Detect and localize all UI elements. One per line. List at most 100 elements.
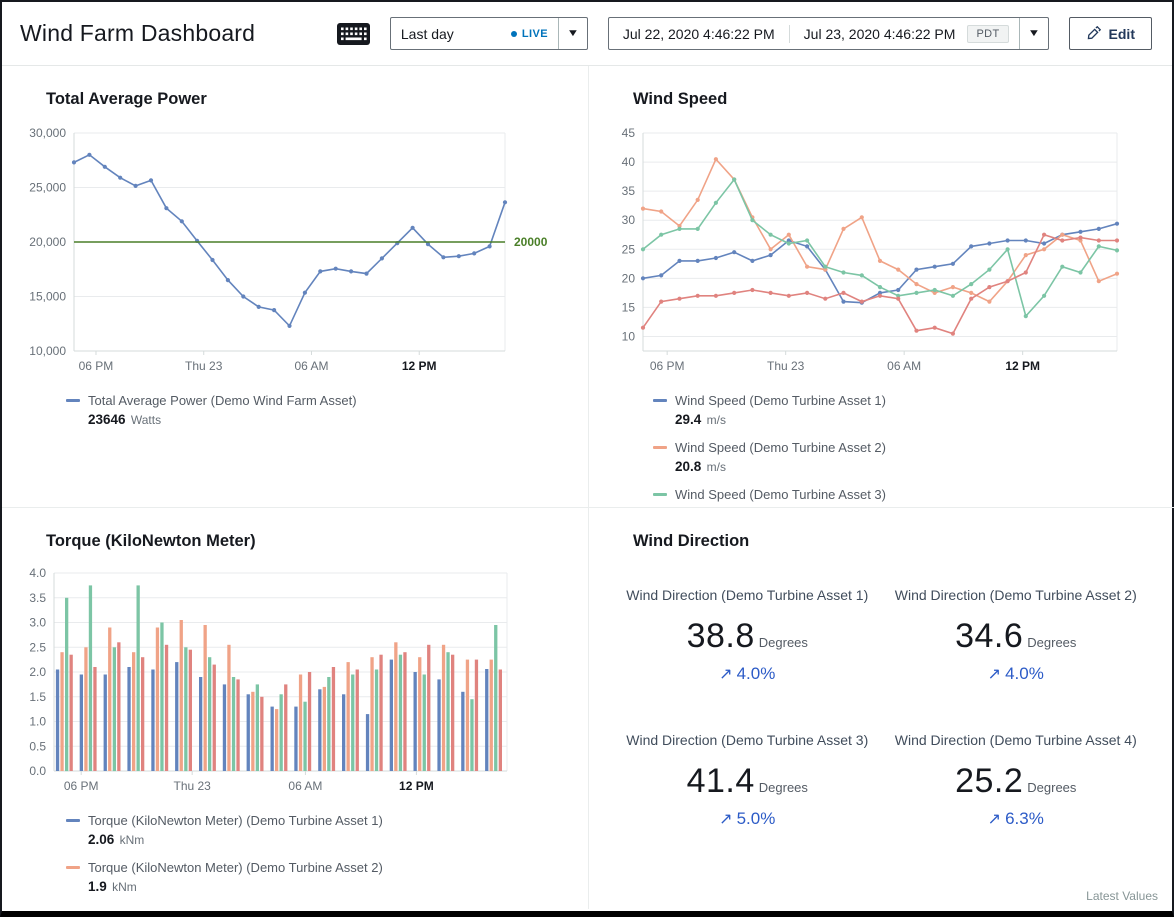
kpi-value: 34.6 [955,617,1023,655]
legend-list: Wind Speed (Demo Turbine Asset 1)29.4 m/… [653,391,1160,504]
date-divider [789,25,790,43]
svg-text:35: 35 [622,184,636,198]
legend-list: Torque (KiloNewton Meter) (Demo Turbine … [66,811,574,909]
legend-item: Torque (KiloNewton Meter) (Demo Turbine … [66,811,574,850]
svg-text:2.5: 2.5 [29,640,46,654]
date-range-picker[interactable]: Jul 22, 2020 4:46:22 PM Jul 23, 2020 4:4… [608,17,1049,50]
kpi-cell: Wind Direction (Demo Turbine Asset 4)25.… [882,730,1151,829]
svg-text:10: 10 [622,329,636,343]
keyboard-icon [337,23,370,45]
page-title: Wind Farm Dashboard [20,20,255,47]
legend-label: Torque (KiloNewton Meter) (Demo Turbine … [88,811,383,830]
legend-item: Wind Speed (Demo Turbine Asset 3) [653,485,1160,504]
edit-button-label: Edit [1109,26,1135,42]
kpi-trend: ↗4.0% [613,664,882,684]
latest-values-label: Latest Values [1086,889,1158,903]
legend-unit: kNm [109,880,137,894]
kpi-value-row: 38.8Degrees [613,617,882,656]
panel-title: Wind Direction [633,532,1160,551]
start-datetime: Jul 22, 2020 4:46:22 PM [623,26,775,42]
legend-value: 29.4 m/s [675,410,1160,430]
kpi-title: Wind Direction (Demo Turbine Asset 4) [890,730,1142,750]
legend-value: 20.8 m/s [675,457,1160,477]
legend-label: Torque (KiloNewton Meter) (Demo Turbine … [88,858,383,877]
svg-text:4.0: 4.0 [29,566,46,580]
kpi-unit: Degrees [1027,780,1076,795]
series-swatch-icon [653,399,667,402]
svg-text:30,000: 30,000 [29,126,66,140]
svg-text:40: 40 [622,155,636,169]
time-range-value: Last day [401,26,454,42]
svg-text:06 PM: 06 PM [650,359,685,373]
trend-up-icon: ↗ [719,811,732,828]
timezone-badge: PDT [967,25,1008,43]
kpi-trend: ↗6.3% [882,809,1151,829]
panel-wind-direction: Wind Direction Wind Direction (Demo Turb… [589,508,1174,909]
legend-item: Torque (KiloNewton Meter) (Demo Turbine … [66,858,574,897]
legend-item: Wind Speed (Demo Turbine Asset 2)20.8 m/… [653,438,1160,477]
legend-item: Wind Speed (Demo Turbine Asset 1)29.4 m/… [653,391,1160,430]
legend-unit: m/s [703,413,726,427]
svg-text:06 AM: 06 AM [288,779,322,793]
legend-unit: m/s [703,460,726,474]
edit-button[interactable]: Edit [1069,17,1152,50]
series-swatch-icon [653,446,667,449]
svg-text:0.5: 0.5 [29,739,46,753]
svg-text:12 PM: 12 PM [399,779,434,793]
svg-text:Thu 23: Thu 23 [173,779,211,793]
series-swatch-icon [66,399,80,402]
svg-text:Thu 23: Thu 23 [767,359,805,373]
kpi-unit: Degrees [1027,635,1076,650]
svg-text:06 PM: 06 PM [64,779,99,793]
svg-text:06 PM: 06 PM [79,359,114,373]
dashboard-header: Wind Farm Dashboard Last day LIVE ▼ Jul … [2,2,1172,66]
kpi-cell: Wind Direction (Demo Turbine Asset 3)41.… [613,730,882,829]
date-range-dropdown-toggle[interactable]: ▼ [1019,18,1048,49]
kpi-cell: Wind Direction (Demo Turbine Asset 1) 38.… [613,585,882,684]
torque-chart[interactable]: 0.00.51.01.52.02.53.03.54.006 PMThu 2306… [16,561,521,801]
svg-text:0.0: 0.0 [29,764,46,778]
svg-text:06 AM: 06 AM [294,359,328,373]
live-dot-icon [511,31,517,37]
legend-unit: Watts [128,413,162,427]
wind-speed-chart[interactable]: 101520253035404506 PMThu 2306 AM12 PM [603,119,1133,381]
svg-text:25,000: 25,000 [29,181,66,195]
kpi-grid: Wind Direction (Demo Turbine Asset 1) 38.… [603,585,1160,829]
legend-value: 2.06 kNm [88,830,574,850]
live-label: LIVE [522,28,548,40]
legend-label: Wind Speed (Demo Turbine Asset 1) [675,391,886,410]
dashboard-grid: Total Average Power 10,00015,00020,00025… [2,66,1172,909]
svg-text:15: 15 [622,300,636,314]
panel-wind-speed: Wind Speed 101520253035404506 PMThu 2306… [589,66,1174,508]
svg-text:20: 20 [622,271,636,285]
kpi-title: Wind Direction (Demo Turbine Asset 1) [621,585,873,605]
svg-text:15,000: 15,000 [29,290,66,304]
time-range-dropdown-toggle[interactable]: ▼ [558,18,587,49]
svg-text:3.5: 3.5 [29,591,46,605]
edit-icon [1086,26,1101,41]
chevron-down-icon: ▼ [566,28,579,39]
total-average-power-chart[interactable]: 10,00015,00020,00025,00030,00006 PMThu 2… [16,119,561,381]
svg-text:45: 45 [622,126,636,140]
series-swatch-icon [66,866,80,869]
series-swatch-icon [66,819,80,822]
svg-text:12 PM: 12 PM [1005,359,1040,373]
keyboard-shortcuts-button[interactable] [337,23,370,45]
kpi-value-row: 34.6 Degrees [882,617,1151,656]
panel-title: Total Average Power [46,90,574,109]
svg-text:20,000: 20,000 [29,235,66,249]
panel-torque: Torque (KiloNewton Meter) 0.00.51.01.52.… [2,508,589,909]
svg-text:3.0: 3.0 [29,616,46,630]
kpi-title: Wind Direction (Demo Turbine Asset 2) [890,585,1142,605]
svg-text:1.0: 1.0 [29,715,46,729]
svg-text:1.5: 1.5 [29,690,46,704]
svg-text:30: 30 [622,213,636,227]
legend-value: 23646 Watts [88,410,574,430]
time-range-select[interactable]: Last day LIVE ▼ [390,17,588,50]
trend-up-icon: ↗ [988,811,1001,828]
panel-total-average-power: Total Average Power 10,00015,00020,00025… [2,66,589,508]
legend-item: Torque (KiloNewton Meter) (Demo Turbine … [66,905,574,909]
legend-label: Wind Speed (Demo Turbine Asset 3) [675,485,886,504]
svg-text:20000: 20000 [514,235,548,249]
legend-value: 1.9 kNm [88,877,574,897]
